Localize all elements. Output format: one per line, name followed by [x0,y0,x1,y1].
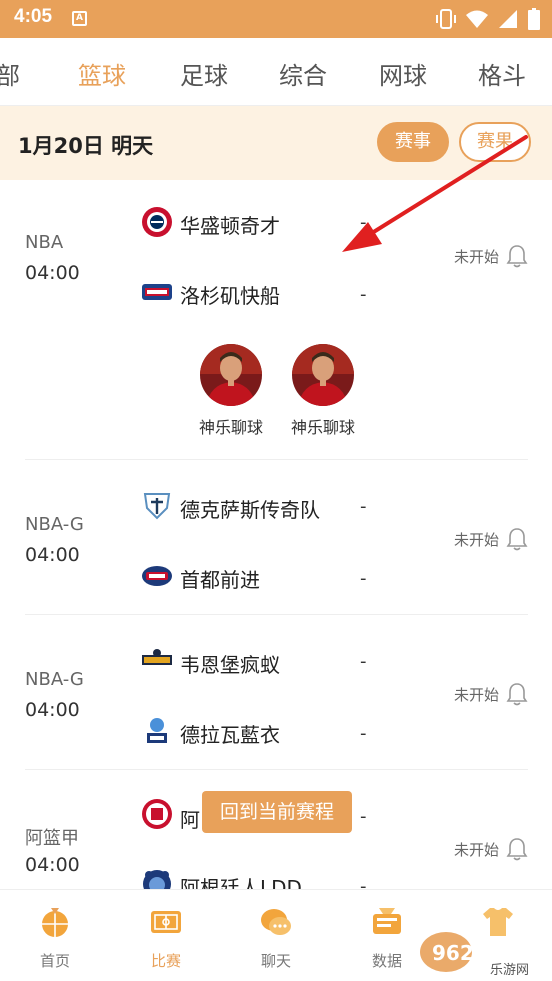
events-button[interactable]: 赛事 [377,122,449,162]
clippers-logo-icon [142,284,172,300]
match-card[interactable]: NBA 04:00 华盛顿奇才 - 洛杉矶快船 - 未开始 神乐聊球 神乐聊球 [0,180,552,460]
tab-general[interactable]: 综合 [279,56,327,91]
away-team-name: 洛杉矶快船 [180,284,280,308]
match-status: 未开始 [454,531,500,549]
away-score: - [360,723,367,744]
tab-basketball[interactable]: 篮球 [78,56,126,91]
bell-icon[interactable] [506,837,528,861]
league-name: NBA-G [25,669,84,690]
blue-coats-logo-icon [147,718,167,743]
nav-data[interactable]: 数据 [347,904,427,971]
tab-football[interactable]: 足球 [180,56,228,91]
nav-label: 比赛 [150,952,181,970]
home-score: - [360,496,367,517]
wizards-logo-icon [142,207,172,237]
notification-badge: A [72,11,87,26]
status-time: 4:05 [14,6,53,27]
league-name: 阿篮甲 [25,828,79,849]
vibrate-icon [436,9,456,29]
nav-label: 聊天 [260,952,291,970]
bell-icon[interactable] [506,682,528,706]
battery-icon [528,8,540,30]
away-team-name: 阿根廷人LDD [180,876,302,889]
results-button[interactable]: 赛果 [459,122,531,162]
sport-tabs: 部 篮球 足球 综合 网球 格斗 [0,38,552,106]
tab-all[interactable]: 部 [0,56,20,91]
match-card[interactable]: NBA-G 04:00 德克萨斯传奇队 - 首都前进 - 未开始 [0,460,552,615]
streamer-name: 神乐聊球 [290,418,355,437]
blue-bear-logo-icon [143,870,171,889]
status-icons [436,8,540,30]
bell-icon[interactable] [506,527,528,551]
match-status: 未开始 [454,841,500,859]
home-score: - [360,806,367,827]
nav-label: 首页 [39,952,70,970]
red-circle-logo-icon [142,799,172,829]
date-bar: 1月20日 明天 赛事 赛果 [0,106,552,180]
streamer-name: 神乐聊球 [198,418,263,437]
league-name: NBA-G [25,514,84,535]
streamer-item[interactable]: 神乐聊球 [283,344,363,438]
court-icon [151,911,181,933]
gogo-logo-icon [142,566,172,586]
avatar [292,344,354,406]
home-team-name: 德克萨斯传奇队 [180,498,320,522]
home-basketball-icon [42,908,68,937]
away-team-name: 德拉瓦藍衣 [180,723,280,747]
bell-icon[interactable] [506,244,528,268]
match-time: 04:00 [25,262,80,284]
watermark-logo: 962.NET 乐游网 [420,932,529,978]
svg-text:乐游网: 乐游网 [490,963,529,978]
home-team-name: 华盛顿奇才 [180,214,280,238]
svg-text:962.NET: 962.NET [432,941,526,965]
away-team-name: 首都前进 [180,568,260,592]
away-score: - [360,568,367,589]
nav-chat[interactable]: 聊天 [236,904,316,971]
match-time: 04:00 [25,544,80,566]
tab-fighting[interactable]: 格斗 [478,56,526,91]
nav-matches[interactable]: 比赛 [126,904,206,971]
home-score: - [360,212,367,233]
signal-icon [499,10,517,28]
away-score: - [360,876,367,889]
match-time: 04:00 [25,854,80,876]
league-name: NBA [25,232,64,253]
nav-home[interactable]: 首页 [15,904,95,971]
avatar [200,344,262,406]
tab-tennis[interactable]: 网球 [379,56,427,91]
match-card[interactable]: NBA-G 04:00 韦恩堡疯蚁 - 德拉瓦藍衣 - 未开始 [0,615,552,770]
match-time: 04:00 [25,699,80,721]
home-team-name: 阿 [180,808,200,832]
back-to-current-button[interactable]: 回到当前赛程 [202,791,352,833]
mad-ants-logo-icon [142,649,172,665]
nav-label: 数据 [371,952,402,970]
streamer-item[interactable]: 神乐聊球 [191,344,271,438]
away-score: - [360,284,367,305]
status-bar: 4:05 A [0,0,552,38]
match-status: 未开始 [454,686,500,704]
home-team-name: 韦恩堡疯蚁 [180,653,280,677]
date-label: 1月20日 明天 [18,134,154,158]
legends-logo-icon [143,493,171,520]
home-score: - [360,651,367,672]
chat-icon [261,909,291,935]
wifi-icon [466,10,488,28]
match-status: 未开始 [454,248,500,266]
data-icon [373,908,401,934]
